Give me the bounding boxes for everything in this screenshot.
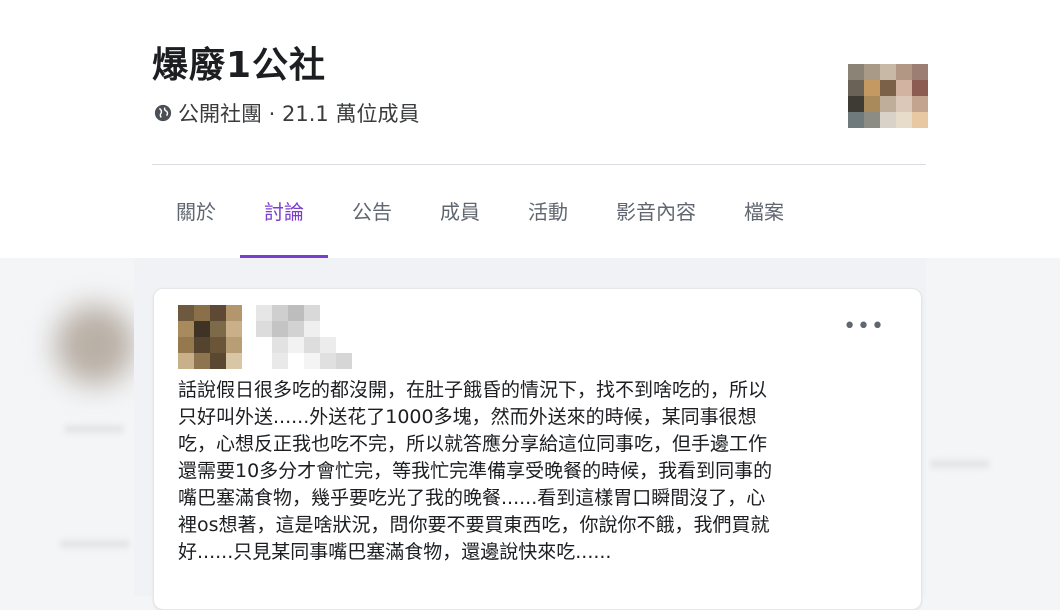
post-line: 嘴巴塞滿食物，幾乎要吃光了我的晚餐......看到這樣胃口瞬間沒了，心: [178, 487, 766, 509]
tab-members[interactable]: 成員: [416, 172, 504, 258]
tab-media[interactable]: 影音內容: [592, 172, 720, 258]
group-meta-text: 公開社團 · 21.1 萬位成員: [178, 102, 420, 126]
blurred-background-text: [930, 460, 990, 468]
author-name-pixelated[interactable]: [256, 305, 354, 369]
blurred-background-text: [60, 540, 130, 548]
post-body: 話說假日很多吃的都沒開，在肚子餓昏的情況下，找不到啥吃的，所以 只好叫外送...…: [178, 377, 908, 566]
more-dots-icon[interactable]: •••: [843, 316, 885, 338]
tab-files[interactable]: 檔案: [720, 172, 808, 258]
post-line: 話說假日很多吃的都沒開，在肚子餓昏的情況下，找不到啥吃的，所以: [178, 379, 768, 401]
post-line: 還需要10多分才會忙完，等我忙完準備享受晚餐的時候，我看到同事的: [178, 460, 773, 482]
group-title: 爆廢1公社: [152, 45, 327, 86]
member-avatars[interactable]: [848, 64, 928, 128]
author-avatar[interactable]: [178, 305, 242, 369]
globe-icon: [154, 104, 172, 122]
tab-announcements[interactable]: 公告: [328, 172, 416, 258]
group-tabs: 關於 討論 公告 成員 活動 影音內容 檔案: [152, 172, 808, 258]
post-line: 好......只見某同事嘴巴塞滿食物，還邊說快來吃......: [178, 541, 612, 563]
header-divider: [152, 164, 926, 165]
post-card: ••• 話說假日很多吃的都沒開，在肚子餓昏的情況下，找不到啥吃的，所以 只好叫外…: [153, 288, 922, 610]
post-line: 只好叫外送......外送花了1000多塊，然而外送來的時候，某同事很想: [178, 406, 757, 428]
post-line: 吃，心想反正我也吃不完，所以就答應分享給這位同事吃，但手邊工作: [178, 433, 768, 455]
blurred-background-text: [64, 425, 124, 433]
tab-discussion[interactable]: 討論: [240, 172, 328, 258]
post-line: 裡os想著，這是啥狀況，問你要不要買東西吃，你說你不餓，我們買就: [178, 514, 770, 536]
tab-events[interactable]: 活動: [504, 172, 592, 258]
group-meta: 公開社團 · 21.1 萬位成員: [154, 98, 419, 128]
blurred-background-avatar: [55, 305, 135, 385]
tab-about[interactable]: 關於: [152, 172, 240, 258]
group-header: 爆廢1公社 公開社團 · 21.1 萬位成員 關於 討論 公告 成員 活動 影音…: [0, 0, 1060, 258]
